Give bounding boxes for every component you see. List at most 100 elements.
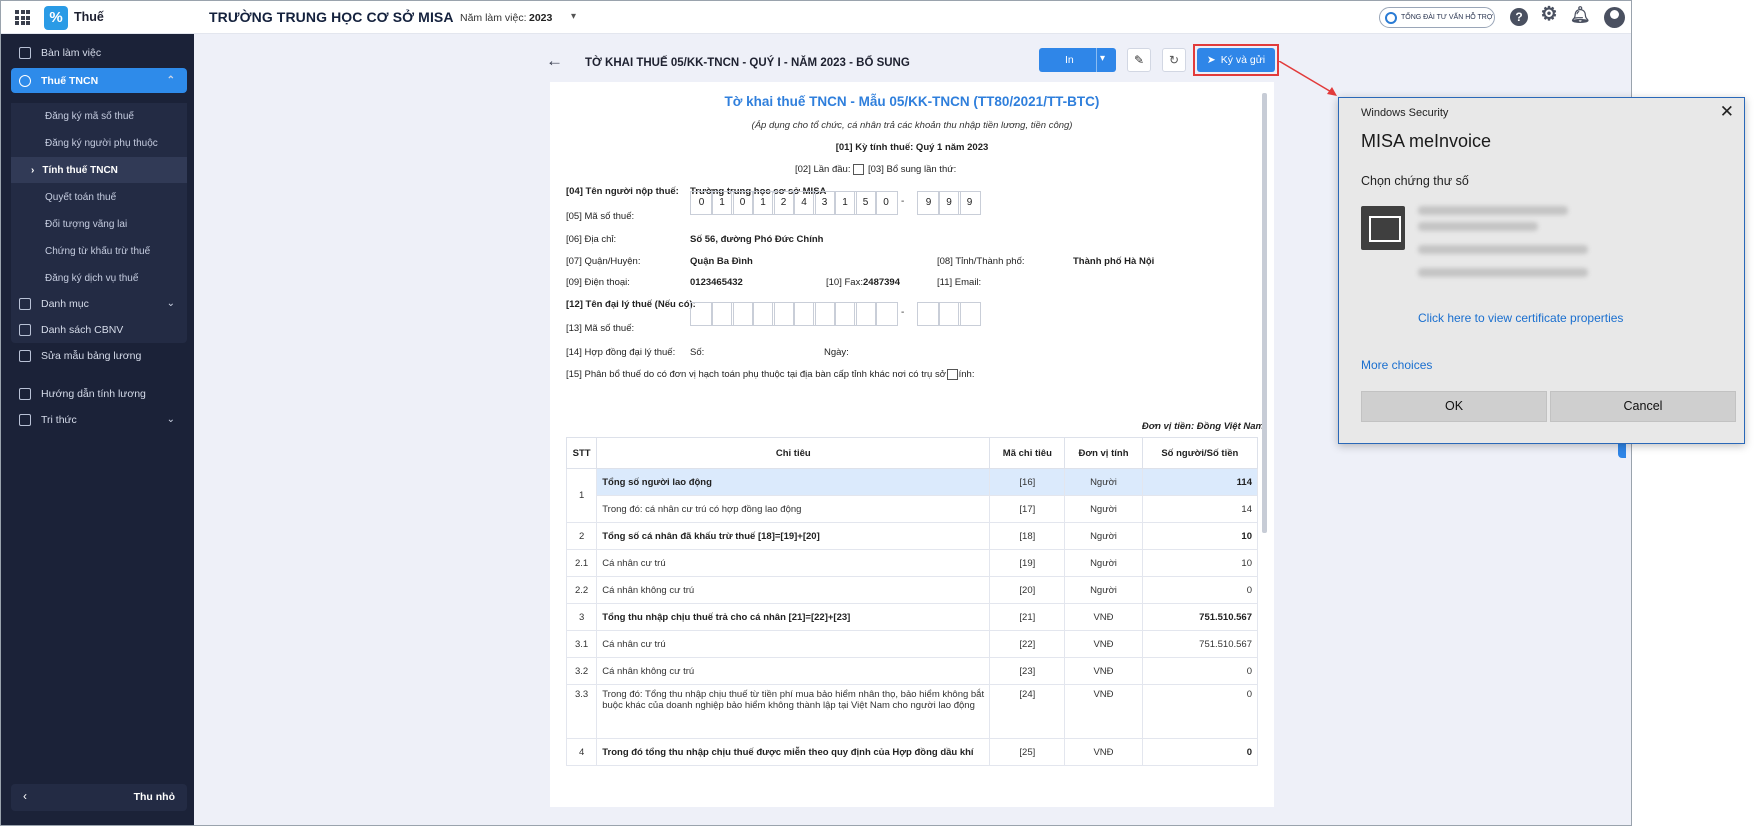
document-scrollbar[interactable]: [1262, 93, 1267, 533]
cell-value: 0: [1141, 738, 1259, 766]
tax-period: [01] Kỳ tính thuế: Quý 1 năm 2023: [835, 142, 989, 153]
cell-indicator: Trong đó: Tổng thu nhập chịu thuế từ tiề…: [596, 684, 991, 739]
brand-logo: %: [44, 6, 68, 30]
cell-code: [20]: [989, 576, 1066, 604]
cell-indicator: Trong đó tổng thu nhập chịu thuế được mi…: [596, 738, 991, 766]
agent-tax-code-digit[interactable]: [874, 302, 898, 326]
refresh-icon[interactable]: ↻: [1162, 48, 1186, 72]
agent-tax-code-suffix-digit[interactable]: [958, 302, 981, 326]
f06-label: [06] Địa chỉ:: [566, 234, 617, 245]
pencil-icon[interactable]: ✎: [1127, 48, 1151, 72]
cell-stt: 3: [565, 603, 598, 631]
table-row[interactable]: 3.1 Cá nhân cư trú [22] VNĐ 751.510.567: [565, 630, 1259, 658]
cell-code: [18]: [989, 522, 1066, 550]
table-row[interactable]: 3.3 Trong đó: Tổng thu nhập chịu thuế từ …: [565, 684, 1259, 739]
collapse-sidebar-button[interactable]: ‹ Thu nhỏ: [11, 784, 187, 811]
certificate-icon: [1361, 206, 1405, 250]
cell-stt: 3.3: [565, 684, 598, 739]
blurred-certificate-detail: [1418, 222, 1538, 231]
col-header-unit: Đơn vị tính: [1064, 437, 1143, 469]
back-arrow-icon[interactable]: ←: [546, 51, 563, 71]
sub-item-label: Đăng ký mã số thuế: [45, 110, 134, 122]
school-name: TRƯỜNG TRUNG HỌC CƠ SỞ MISA: [209, 9, 454, 25]
gear-icon[interactable]: ⚙: [1540, 5, 1558, 24]
phone-icon: [1385, 11, 1397, 24]
first-time-checkbox[interactable]: [853, 164, 864, 175]
cell-code: [21]: [989, 603, 1066, 631]
f15-checkbox[interactable]: [947, 369, 958, 380]
cell-unit: VNĐ: [1064, 603, 1143, 631]
table-row[interactable]: 3 Tổng thu nhập chịu thuế trả cho cá nhân…: [565, 603, 1259, 631]
tax-form-document: Tờ khai thuế TNCN - Mẫu 05/KK-TNCN (TT80…: [550, 82, 1274, 807]
sidebar-sub-item-tax-finalization[interactable]: Quyết toán thuế: [11, 184, 187, 210]
sidebar-item-label: Sửa mẫu bảng lương: [41, 349, 142, 362]
currency-note: Đơn vị tiền: Đồng Việt Nam: [1141, 421, 1264, 432]
cell-stt: 2.2: [565, 576, 598, 604]
print-button[interactable]: In ▾: [1039, 48, 1116, 72]
f05-label: [05] Mã số thuế:: [566, 211, 635, 222]
cell-unit: VNĐ: [1064, 738, 1143, 766]
support-hotline-button[interactable]: TỔNG ĐÀI TƯ VẤN HỖ TRỢ: [1379, 7, 1495, 28]
template-icon: [19, 349, 31, 362]
sidebar-item-label: Danh mục: [41, 297, 89, 310]
table-row[interactable]: 2 Tổng số cá nhân đã khấu trừ thuế [18]=[…: [565, 522, 1259, 550]
help-icon[interactable]: ?: [1510, 8, 1528, 26]
sidebar-item-staff-list[interactable]: Danh sách CBNV: [11, 317, 187, 342]
sidebar-item-desk[interactable]: Bàn làm việc: [11, 40, 187, 65]
cell-unit: Người: [1064, 549, 1143, 577]
sub-item-label: Quyết toán thuế: [45, 191, 117, 203]
close-icon[interactable]: ✕: [1720, 102, 1734, 122]
sidebar-sub-item-calculate-tax[interactable]: › Tính thuế TNCN: [11, 157, 187, 183]
col-header-code: Mã chỉ tiêu: [989, 437, 1066, 469]
sidebar-item-salary-guide[interactable]: Hướng dẫn tính lương: [11, 381, 187, 406]
sidebar-sub-item-non-residents[interactable]: Đối tượng vãng lai: [11, 211, 187, 237]
sidebar-sub-item-register-dependents[interactable]: Đăng ký người phụ thuộc: [11, 130, 187, 156]
view-certificate-link[interactable]: Click here to view certificate propertie…: [1418, 311, 1623, 325]
user-avatar-icon[interactable]: [1604, 7, 1625, 28]
f09-label: [09] Điện thoại:: [566, 277, 630, 288]
sidebar-item-knowledge[interactable]: Tri thức ⌄: [11, 407, 187, 432]
sidebar-sub-item-tax-service[interactable]: Đăng ký dịch vụ thuế: [11, 265, 187, 291]
blurred-certificate-detail: [1418, 268, 1588, 277]
sidebar-sub-item-withholding-vouchers[interactable]: Chứng từ khấu trừ thuế: [11, 238, 187, 264]
sidebar-item-catalog[interactable]: Danh mục ⌄: [11, 291, 187, 316]
cell-stt: 3.1: [565, 630, 598, 658]
dialog-prompt: Chọn chứng thư số: [1361, 174, 1469, 188]
sidebar-sub-item-register-tax-code[interactable]: Đăng ký mã số thuế: [11, 103, 187, 129]
tax-indicators-table: STT Chỉ tiêu Mã chỉ tiêu Đơn vị tính Số …: [565, 437, 1259, 766]
cell-stt: 2.1: [565, 549, 598, 577]
table-row[interactable]: 3.2 Cá nhân không cư trú [23] VNĐ 0: [565, 657, 1259, 685]
supplement-label: [03] Bổ sung lần thứ:: [868, 164, 957, 175]
more-choices-link[interactable]: More choices: [1361, 358, 1432, 372]
table-row[interactable]: Trong đó: cá nhân cư trú có hợp đồng lao…: [567, 495, 1259, 523]
ok-button[interactable]: OK: [1361, 391, 1547, 422]
divider: [1096, 48, 1097, 72]
table-row[interactable]: 1 Tổng số người lao động [16] Người 114: [565, 468, 1259, 523]
chevron-down-icon: ⌄: [166, 298, 175, 309]
cancel-button[interactable]: Cancel: [1550, 391, 1736, 422]
bell-icon[interactable]: 🔔︎: [1570, 7, 1590, 25]
sidebar-item-payroll-template[interactable]: Sửa mẫu bảng lương: [11, 343, 187, 368]
cell-indicator: Cá nhân cư trú: [596, 630, 991, 658]
year-label: Năm làm việc:: [460, 12, 527, 24]
chevron-down-icon[interactable]: ▾: [571, 11, 576, 22]
year-select[interactable]: 2023: [529, 12, 552, 24]
sidebar-item-personal-income-tax[interactable]: Thuế TNCN ⌃: [11, 68, 187, 93]
table-row[interactable]: 2.2 Cá nhân không cư trú [20] Người 0: [565, 576, 1259, 604]
table-row[interactable]: 2.1 Cá nhân cư trú [19] Người 10: [565, 549, 1259, 577]
f08-value: Thành phố Hà Nội: [1073, 256, 1155, 267]
table-row[interactable]: 4 Trong đó tổng thu nhập chịu thuế được m…: [565, 738, 1259, 766]
print-label: In: [1065, 54, 1074, 66]
cell-indicator: Tổng số người lao động: [596, 468, 991, 496]
chevron-right-icon: ›: [31, 164, 35, 176]
form-subtitle: (Áp dụng cho tổ chức, cá nhân trả các kh…: [751, 120, 1073, 131]
sign-and-send-button[interactable]: ➤ Ký và gửi: [1197, 48, 1275, 72]
dialog-header: Windows Security: [1361, 107, 1449, 119]
col-header-indicator: Chỉ tiêu: [596, 437, 991, 469]
f11-label: [11] Email:: [937, 277, 982, 288]
sidebar-item-label: Bàn làm việc: [41, 46, 102, 59]
apps-grid-icon[interactable]: [15, 10, 30, 25]
cell-stt: 2: [565, 522, 598, 550]
chevron-down-icon[interactable]: ▾: [1100, 53, 1105, 64]
sidebar-item-label: Tri thức: [41, 413, 77, 426]
